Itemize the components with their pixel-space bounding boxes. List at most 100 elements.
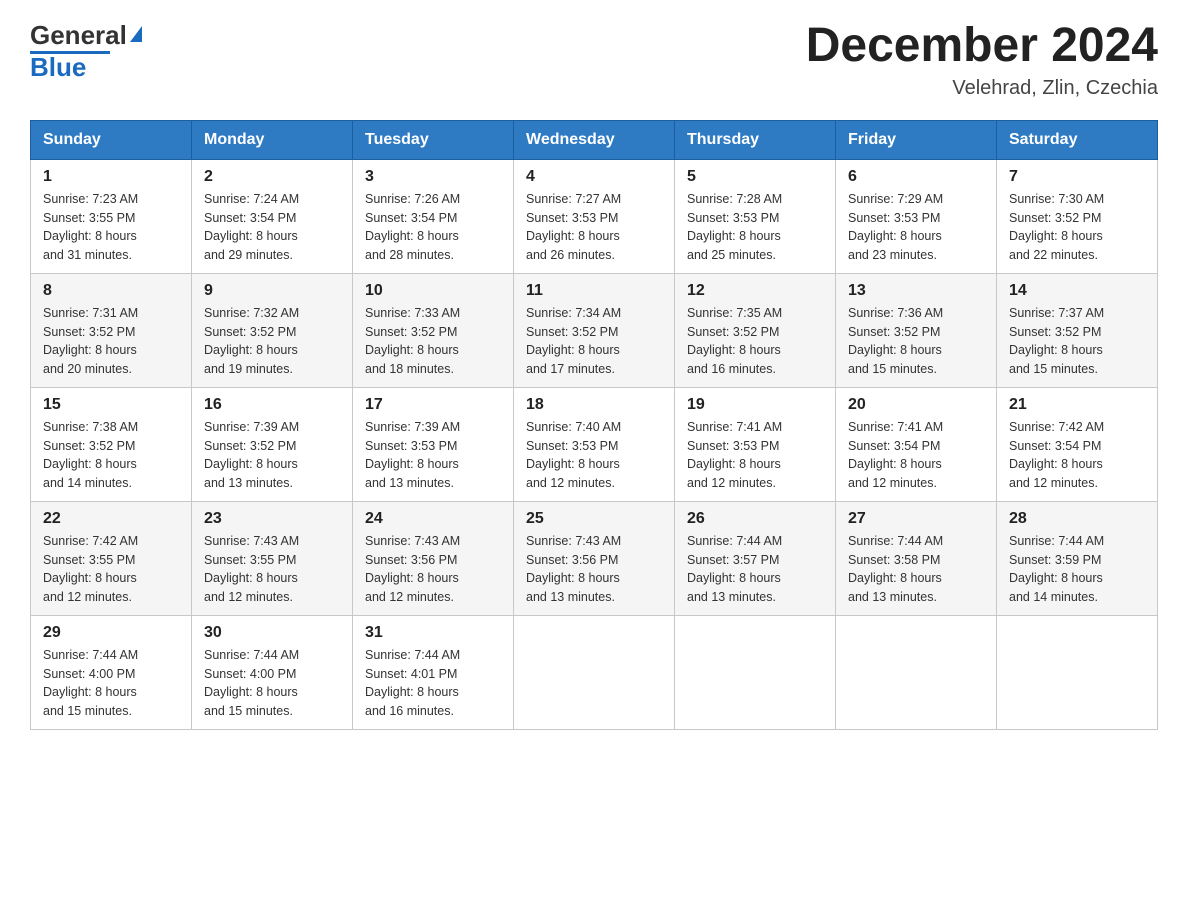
calendar-cell: 23 Sunrise: 7:43 AMSunset: 3:55 PMDaylig… <box>192 501 353 615</box>
day-info: Sunrise: 7:37 AMSunset: 3:52 PMDaylight:… <box>1009 306 1104 376</box>
calendar-cell: 28 Sunrise: 7:44 AMSunset: 3:59 PMDaylig… <box>997 501 1158 615</box>
day-number: 7 <box>1009 168 1145 186</box>
day-number: 26 <box>687 510 823 528</box>
day-info: Sunrise: 7:43 AMSunset: 3:56 PMDaylight:… <box>526 534 621 604</box>
logo-triangle-icon <box>130 26 142 42</box>
day-number: 30 <box>204 624 340 642</box>
calendar-cell: 27 Sunrise: 7:44 AMSunset: 3:58 PMDaylig… <box>836 501 997 615</box>
calendar-cell: 25 Sunrise: 7:43 AMSunset: 3:56 PMDaylig… <box>514 501 675 615</box>
calendar-cell: 31 Sunrise: 7:44 AMSunset: 4:01 PMDaylig… <box>353 615 514 729</box>
day-number: 10 <box>365 282 501 300</box>
month-title: December 2024 <box>806 20 1158 73</box>
calendar-cell <box>836 615 997 729</box>
day-info: Sunrise: 7:41 AMSunset: 3:53 PMDaylight:… <box>687 420 782 490</box>
day-number: 19 <box>687 396 823 414</box>
day-info: Sunrise: 7:29 AMSunset: 3:53 PMDaylight:… <box>848 192 943 262</box>
header-friday: Friday <box>836 120 997 159</box>
calendar-cell: 14 Sunrise: 7:37 AMSunset: 3:52 PMDaylig… <box>997 273 1158 387</box>
logo: General Blue <box>30 20 142 83</box>
calendar-header-row: Sunday Monday Tuesday Wednesday Thursday… <box>31 120 1158 159</box>
day-info: Sunrise: 7:38 AMSunset: 3:52 PMDaylight:… <box>43 420 138 490</box>
calendar-cell: 26 Sunrise: 7:44 AMSunset: 3:57 PMDaylig… <box>675 501 836 615</box>
calendar-cell: 8 Sunrise: 7:31 AMSunset: 3:52 PMDayligh… <box>31 273 192 387</box>
day-info: Sunrise: 7:42 AMSunset: 3:54 PMDaylight:… <box>1009 420 1104 490</box>
day-info: Sunrise: 7:31 AMSunset: 3:52 PMDaylight:… <box>43 306 138 376</box>
day-info: Sunrise: 7:36 AMSunset: 3:52 PMDaylight:… <box>848 306 943 376</box>
title-section: December 2024 Velehrad, Zlin, Czechia <box>806 20 1158 100</box>
day-number: 11 <box>526 282 662 300</box>
day-number: 16 <box>204 396 340 414</box>
calendar-cell: 6 Sunrise: 7:29 AMSunset: 3:53 PMDayligh… <box>836 159 997 273</box>
calendar-cell: 20 Sunrise: 7:41 AMSunset: 3:54 PMDaylig… <box>836 387 997 501</box>
calendar-cell: 19 Sunrise: 7:41 AMSunset: 3:53 PMDaylig… <box>675 387 836 501</box>
calendar-week-row-5: 29 Sunrise: 7:44 AMSunset: 4:00 PMDaylig… <box>31 615 1158 729</box>
day-number: 23 <box>204 510 340 528</box>
calendar-cell: 10 Sunrise: 7:33 AMSunset: 3:52 PMDaylig… <box>353 273 514 387</box>
calendar-cell: 15 Sunrise: 7:38 AMSunset: 3:52 PMDaylig… <box>31 387 192 501</box>
day-number: 12 <box>687 282 823 300</box>
calendar-cell: 5 Sunrise: 7:28 AMSunset: 3:53 PMDayligh… <box>675 159 836 273</box>
day-info: Sunrise: 7:44 AMSunset: 4:00 PMDaylight:… <box>204 648 299 718</box>
calendar-cell: 17 Sunrise: 7:39 AMSunset: 3:53 PMDaylig… <box>353 387 514 501</box>
day-number: 1 <box>43 168 179 186</box>
calendar-cell: 22 Sunrise: 7:42 AMSunset: 3:55 PMDaylig… <box>31 501 192 615</box>
day-info: Sunrise: 7:44 AMSunset: 4:00 PMDaylight:… <box>43 648 138 718</box>
header-sunday: Sunday <box>31 120 192 159</box>
calendar-week-row-2: 8 Sunrise: 7:31 AMSunset: 3:52 PMDayligh… <box>31 273 1158 387</box>
day-number: 24 <box>365 510 501 528</box>
day-info: Sunrise: 7:44 AMSunset: 3:58 PMDaylight:… <box>848 534 943 604</box>
logo-blue: Blue <box>30 52 86 83</box>
calendar-cell: 18 Sunrise: 7:40 AMSunset: 3:53 PMDaylig… <box>514 387 675 501</box>
day-info: Sunrise: 7:44 AMSunset: 4:01 PMDaylight:… <box>365 648 460 718</box>
day-number: 17 <box>365 396 501 414</box>
day-info: Sunrise: 7:23 AMSunset: 3:55 PMDaylight:… <box>43 192 138 262</box>
day-number: 14 <box>1009 282 1145 300</box>
day-number: 9 <box>204 282 340 300</box>
day-info: Sunrise: 7:35 AMSunset: 3:52 PMDaylight:… <box>687 306 782 376</box>
day-info: Sunrise: 7:41 AMSunset: 3:54 PMDaylight:… <box>848 420 943 490</box>
day-number: 3 <box>365 168 501 186</box>
day-number: 31 <box>365 624 501 642</box>
day-info: Sunrise: 7:24 AMSunset: 3:54 PMDaylight:… <box>204 192 299 262</box>
day-info: Sunrise: 7:44 AMSunset: 3:57 PMDaylight:… <box>687 534 782 604</box>
calendar-cell: 3 Sunrise: 7:26 AMSunset: 3:54 PMDayligh… <box>353 159 514 273</box>
day-number: 8 <box>43 282 179 300</box>
day-info: Sunrise: 7:26 AMSunset: 3:54 PMDaylight:… <box>365 192 460 262</box>
calendar-cell: 29 Sunrise: 7:44 AMSunset: 4:00 PMDaylig… <box>31 615 192 729</box>
day-number: 25 <box>526 510 662 528</box>
day-number: 22 <box>43 510 179 528</box>
location: Velehrad, Zlin, Czechia <box>806 77 1158 100</box>
day-info: Sunrise: 7:40 AMSunset: 3:53 PMDaylight:… <box>526 420 621 490</box>
day-info: Sunrise: 7:27 AMSunset: 3:53 PMDaylight:… <box>526 192 621 262</box>
day-number: 6 <box>848 168 984 186</box>
header-tuesday: Tuesday <box>353 120 514 159</box>
calendar-cell: 1 Sunrise: 7:23 AMSunset: 3:55 PMDayligh… <box>31 159 192 273</box>
day-info: Sunrise: 7:34 AMSunset: 3:52 PMDaylight:… <box>526 306 621 376</box>
day-info: Sunrise: 7:42 AMSunset: 3:55 PMDaylight:… <box>43 534 138 604</box>
day-info: Sunrise: 7:28 AMSunset: 3:53 PMDaylight:… <box>687 192 782 262</box>
day-number: 15 <box>43 396 179 414</box>
day-number: 13 <box>848 282 984 300</box>
day-number: 27 <box>848 510 984 528</box>
calendar-cell: 13 Sunrise: 7:36 AMSunset: 3:52 PMDaylig… <box>836 273 997 387</box>
calendar-cell: 12 Sunrise: 7:35 AMSunset: 3:52 PMDaylig… <box>675 273 836 387</box>
calendar-cell: 2 Sunrise: 7:24 AMSunset: 3:54 PMDayligh… <box>192 159 353 273</box>
day-info: Sunrise: 7:43 AMSunset: 3:56 PMDaylight:… <box>365 534 460 604</box>
calendar-week-row-4: 22 Sunrise: 7:42 AMSunset: 3:55 PMDaylig… <box>31 501 1158 615</box>
calendar-cell: 9 Sunrise: 7:32 AMSunset: 3:52 PMDayligh… <box>192 273 353 387</box>
logo-general: General <box>30 20 127 51</box>
day-info: Sunrise: 7:33 AMSunset: 3:52 PMDaylight:… <box>365 306 460 376</box>
calendar-cell: 11 Sunrise: 7:34 AMSunset: 3:52 PMDaylig… <box>514 273 675 387</box>
calendar-cell <box>997 615 1158 729</box>
day-number: 20 <box>848 396 984 414</box>
day-number: 5 <box>687 168 823 186</box>
calendar-cell: 16 Sunrise: 7:39 AMSunset: 3:52 PMDaylig… <box>192 387 353 501</box>
day-number: 21 <box>1009 396 1145 414</box>
header-saturday: Saturday <box>997 120 1158 159</box>
calendar-table: Sunday Monday Tuesday Wednesday Thursday… <box>30 120 1158 730</box>
calendar-cell: 30 Sunrise: 7:44 AMSunset: 4:00 PMDaylig… <box>192 615 353 729</box>
calendar-cell <box>675 615 836 729</box>
day-info: Sunrise: 7:30 AMSunset: 3:52 PMDaylight:… <box>1009 192 1104 262</box>
day-info: Sunrise: 7:39 AMSunset: 3:53 PMDaylight:… <box>365 420 460 490</box>
calendar-cell: 7 Sunrise: 7:30 AMSunset: 3:52 PMDayligh… <box>997 159 1158 273</box>
